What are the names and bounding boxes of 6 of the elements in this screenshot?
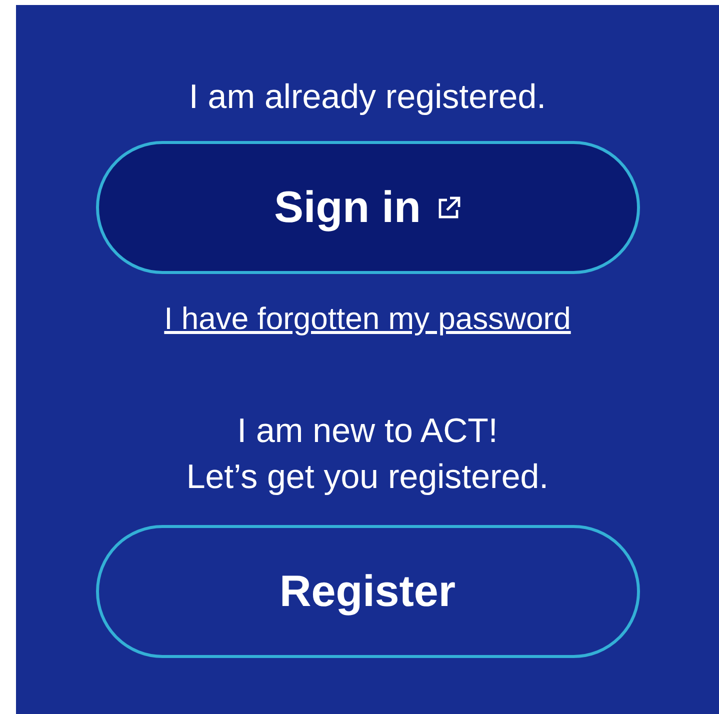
prompt-text: Let’s get you registered. — [186, 457, 549, 498]
sign-in-button[interactable]: Sign in — [96, 141, 640, 274]
prompt-text: I am already registered. — [188, 77, 546, 118]
forgot-password-link[interactable]: I have forgotten my password — [164, 300, 571, 338]
prompt-text: I am new to ACT! — [237, 411, 498, 452]
register-button[interactable]: Register — [96, 525, 640, 658]
